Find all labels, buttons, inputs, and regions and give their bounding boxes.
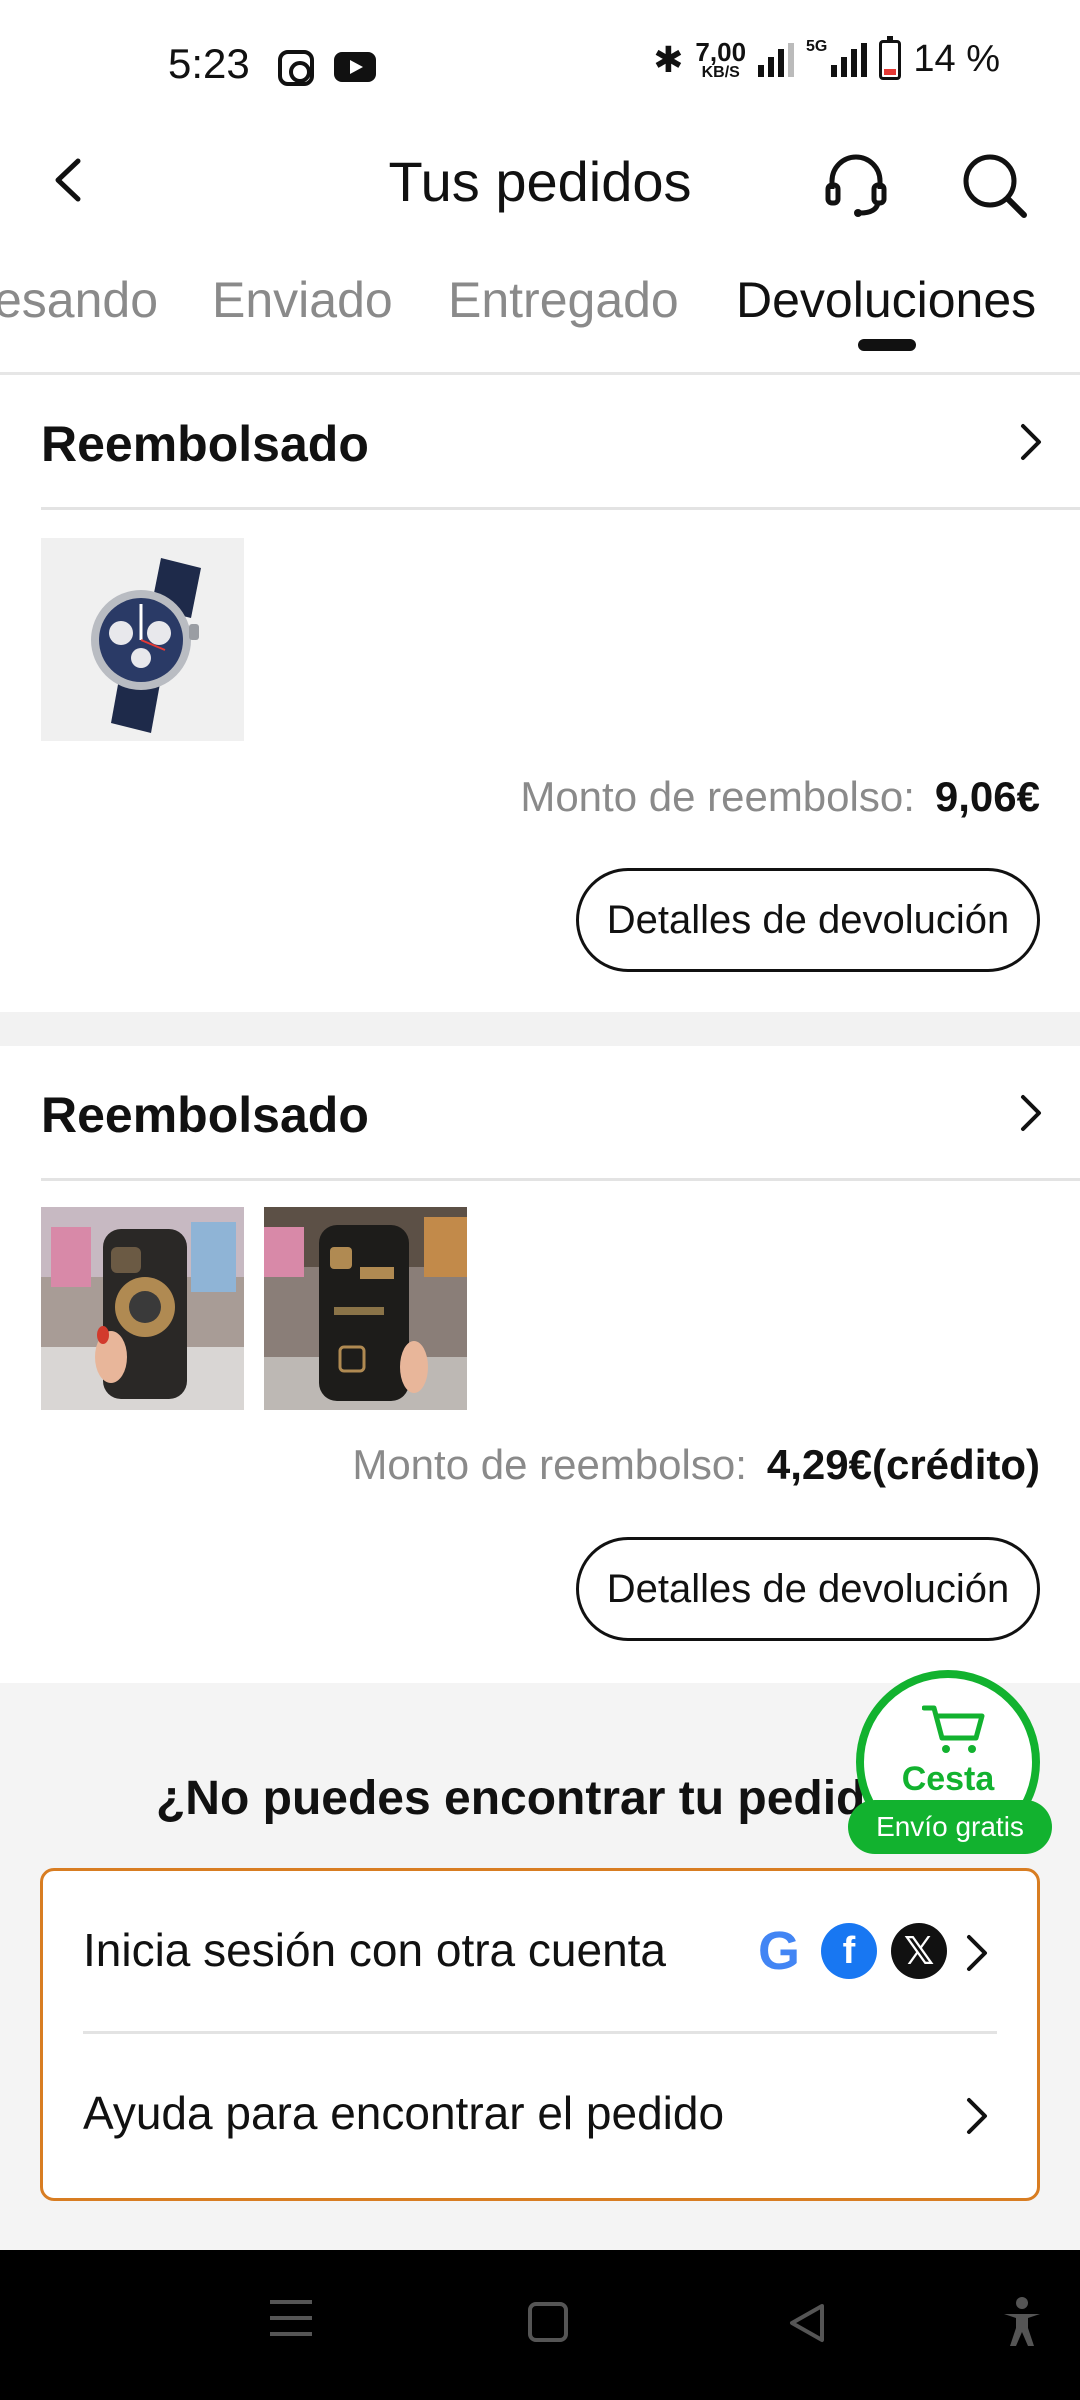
chevron-right-icon[interactable]: [1011, 1093, 1051, 1133]
status-bar: 5:23 ✱ 7,00 KB/S 5G 14 %: [0, 0, 1080, 135]
order-tabs: esando Enviado Entregado Devoluciones: [0, 255, 1080, 375]
refund-amount: 4,29€(crédito): [766, 1441, 1040, 1488]
chevron-right-icon: [967, 1935, 987, 1971]
network-speed: 7,00 KB/S: [695, 39, 746, 81]
order-card: Reembolsado Monto de reembolso: 9,06€ Det…: [0, 375, 1080, 1012]
network-type: 5G: [806, 38, 828, 55]
section-divider: [0, 1012, 1080, 1046]
network-speed-value: 7,00: [695, 36, 747, 67]
network-speed-unit: KB/S: [701, 63, 740, 81]
login-other-account-row[interactable]: Inicia sesión con otra cuenta G f 𝕏: [83, 1871, 997, 2034]
search-icon[interactable]: [958, 149, 1030, 221]
chevron-right-icon: [967, 2098, 987, 2134]
return-details-button[interactable]: Detalles de devolución: [576, 868, 1040, 972]
active-tab-indicator: [858, 339, 916, 351]
free-shipping-badge: Envío gratis: [848, 1800, 1052, 1854]
product-image-watch[interactable]: [41, 538, 244, 741]
tab-shipped[interactable]: Enviado: [212, 271, 393, 329]
recent-apps-icon[interactable]: [270, 2300, 312, 2340]
cart-icon: [922, 1705, 985, 1753]
battery-icon: [879, 35, 902, 80]
customer-support-icon[interactable]: [820, 149, 892, 221]
cart-label: Cesta: [901, 1760, 995, 1798]
facebook-icon: f: [821, 1923, 877, 1979]
order-card-header[interactable]: Reembolsado: [41, 375, 1080, 510]
refund-amount-line: Monto de reembolso: 4,29€(crédito): [352, 1441, 1040, 1489]
return-details-button[interactable]: Detalles de devolución: [576, 1537, 1040, 1641]
order-status: Reembolsado: [41, 416, 369, 472]
youtube-icon: [334, 52, 376, 82]
find-order-help-row[interactable]: Ayuda para encontrar el pedido: [83, 2034, 997, 2197]
order-card: Reembolsado Monto de reembolso: 4,29€(cr…: [0, 1046, 1080, 1683]
order-status: Reembolsado: [41, 1087, 369, 1143]
status-time: 5:23: [168, 40, 250, 87]
product-image-phone-case-1[interactable]: [41, 1207, 244, 1410]
social-login-icons: G f 𝕏: [751, 1921, 947, 1981]
wifi-signal-icon: [758, 42, 795, 77]
x-icon: 𝕏: [891, 1923, 947, 1979]
help-options-box: Inicia sesión con otra cuenta G f 𝕏 Ayud…: [40, 1868, 1040, 2201]
product-image-phone-case-2[interactable]: [264, 1207, 467, 1410]
refund-label: Monto de reembolso:: [352, 1441, 747, 1488]
refund-label: Monto de reembolso:: [520, 773, 915, 820]
find-order-help-label: Ayuda para encontrar el pedido: [83, 2087, 725, 2139]
tab-delivered[interactable]: Entregado: [448, 271, 679, 329]
home-icon[interactable]: [528, 2302, 568, 2342]
battery-percent: 14 %: [913, 38, 1000, 80]
refund-amount-line: Monto de reembolso: 9,06€: [520, 773, 1040, 821]
instagram-icon: [278, 50, 314, 86]
page-title: Tus pedidos: [388, 150, 692, 213]
cell-signal-icon: [831, 42, 868, 77]
google-icon: G: [751, 1921, 807, 1981]
system-nav-bar: [0, 2250, 1080, 2400]
tab-processing[interactable]: esando: [0, 271, 158, 329]
refund-amount: 9,06€: [934, 773, 1040, 820]
chevron-right-icon[interactable]: [1011, 422, 1051, 462]
login-other-account-label: Inicia sesión con otra cuenta: [83, 1924, 667, 1976]
order-card-header[interactable]: Reembolsado: [41, 1046, 1080, 1181]
status-indicators: ✱ 7,00 KB/S 5G 14 %: [653, 35, 1000, 81]
bluetooth-icon: ✱: [653, 38, 684, 80]
tab-returns[interactable]: Devoluciones: [736, 271, 1036, 329]
accessibility-icon[interactable]: [1000, 2296, 1044, 2348]
app-header: Tus pedidos: [0, 135, 1080, 225]
nav-back-icon[interactable]: [786, 2302, 828, 2344]
